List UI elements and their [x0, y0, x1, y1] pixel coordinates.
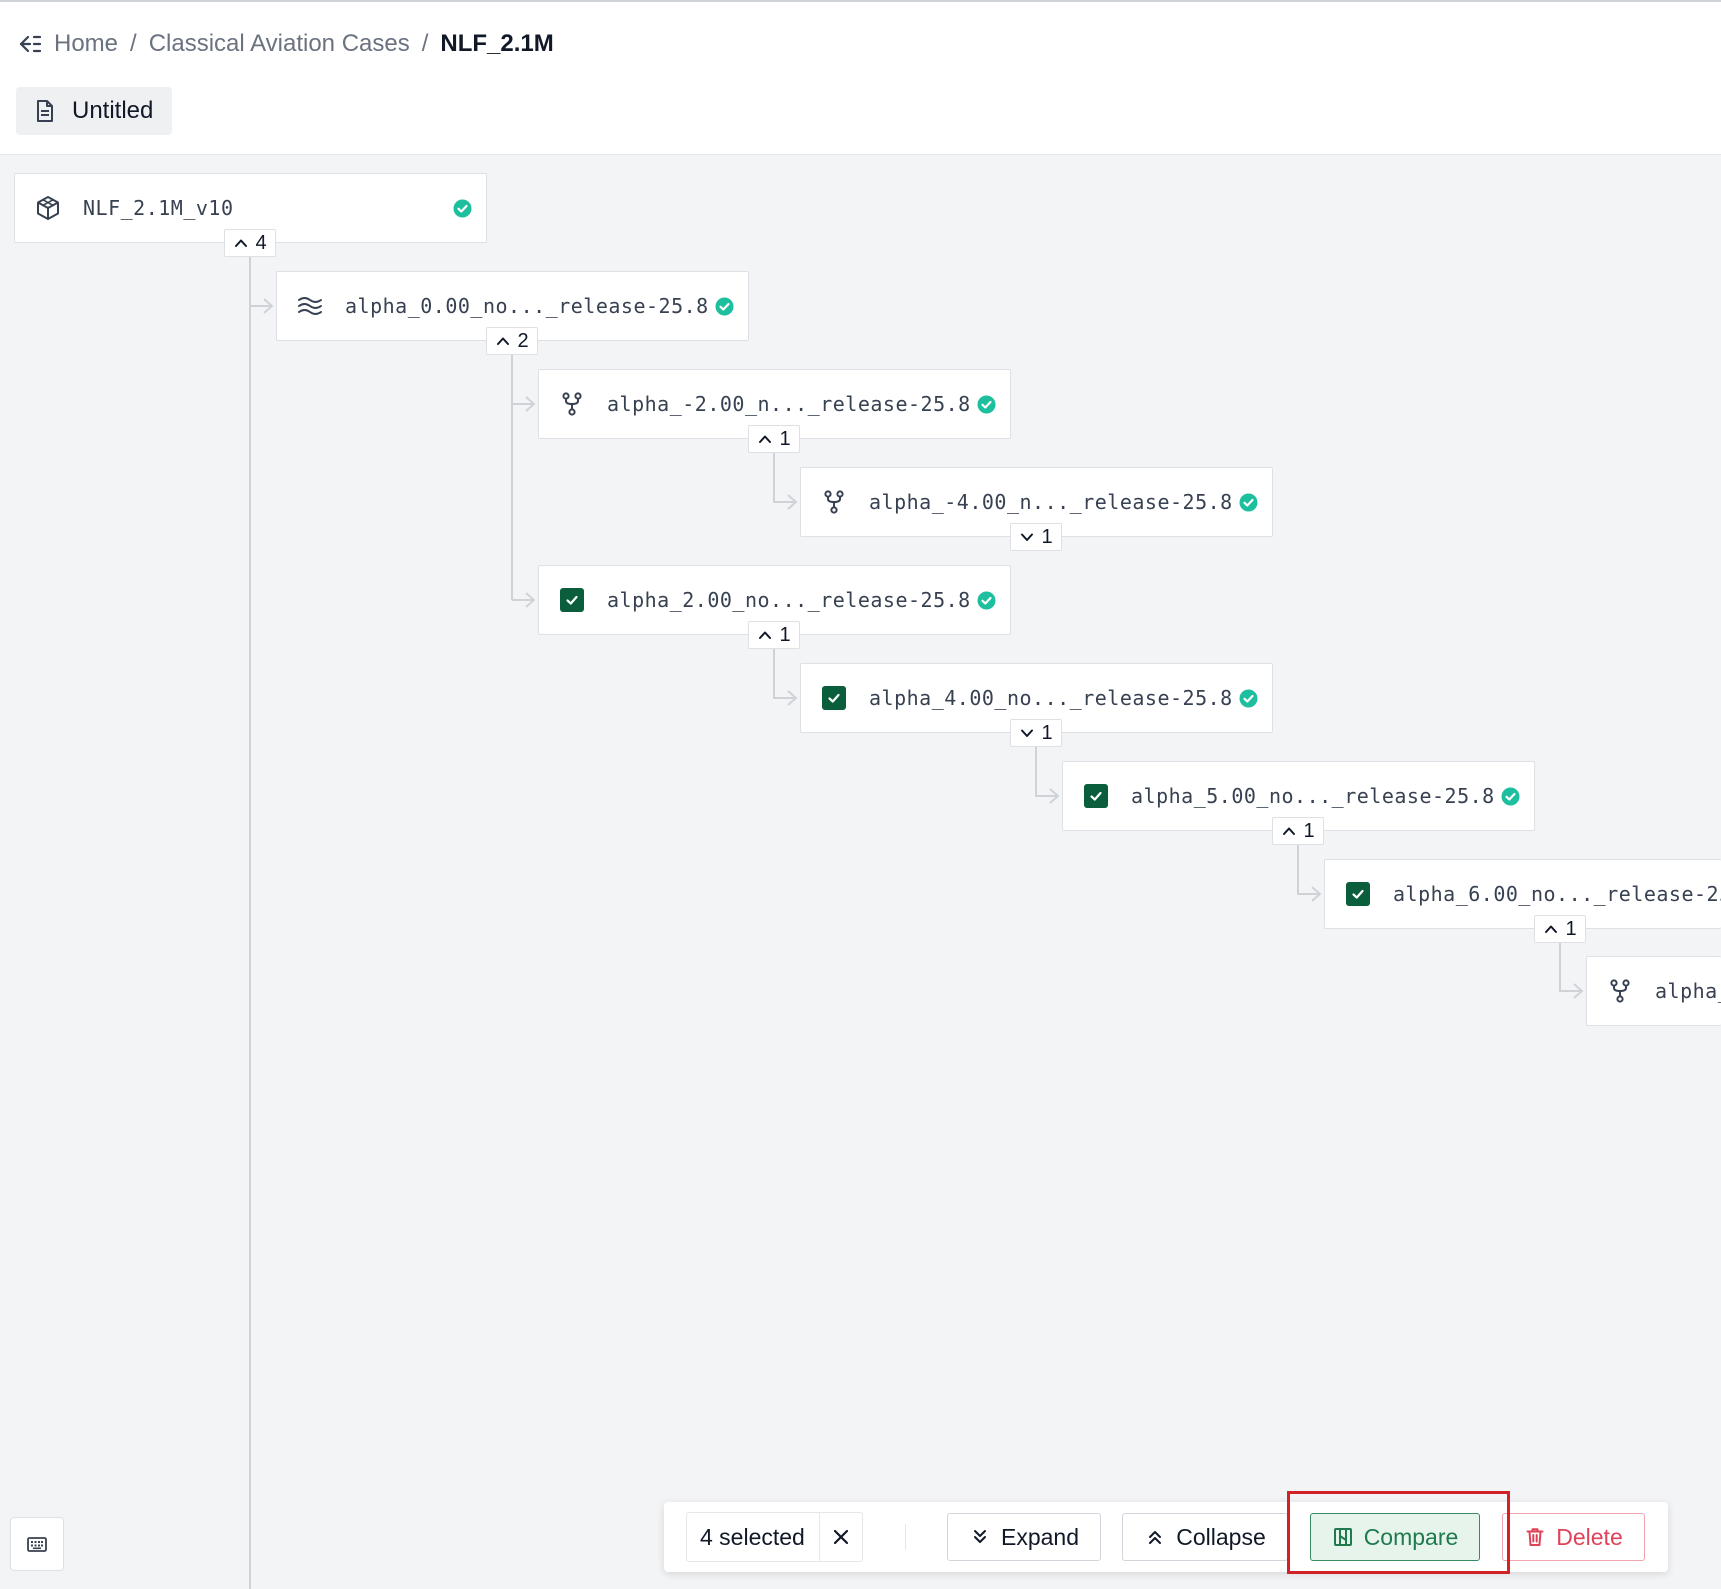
child-count: 1 — [1565, 917, 1577, 940]
breadcrumb-separator: / — [421, 30, 429, 57]
success-status-icon — [1239, 689, 1258, 708]
child-count: 4 — [255, 231, 267, 254]
tree-node[interactable]: alpha_6.00_no..._release-25 — [1324, 859, 1721, 929]
child-count: 1 — [779, 427, 791, 450]
chevrons-down-icon — [973, 1530, 986, 1543]
chevron-up-icon — [1545, 925, 1558, 933]
selection-count: 4 selected — [686, 1512, 863, 1562]
chevron-up-icon — [497, 337, 510, 345]
expand-toggle[interactable]: 1 — [748, 621, 800, 649]
expand-label: Expand — [1000, 1523, 1079, 1550]
checkbox-checked-icon[interactable] — [1345, 881, 1371, 907]
checkbox-checked-icon[interactable] — [1083, 783, 1109, 809]
child-count: 1 — [1303, 819, 1315, 842]
cube-icon — [35, 195, 61, 221]
tree-node-label: alpha_-2.00_n..._release-25.8 — [607, 392, 971, 416]
tree-node-label: alpha_5.00_no..._release-25.8 — [1131, 784, 1495, 808]
top-bar: Home / Classical Aviation Cases / NLF_2.… — [0, 0, 1721, 155]
success-status-icon — [1501, 787, 1520, 806]
chevron-up-icon — [1283, 827, 1296, 835]
expand-toggle[interactable]: 1 — [1010, 523, 1062, 551]
document-tab[interactable]: Untitled — [16, 87, 172, 135]
close-icon — [834, 1529, 849, 1545]
chevron-down-icon — [1021, 533, 1034, 541]
collapse-label: Collapse — [1176, 1523, 1266, 1550]
success-status-icon — [453, 199, 472, 218]
waves-icon — [297, 293, 323, 319]
child-count: 1 — [1041, 721, 1053, 744]
success-status-icon — [1239, 493, 1258, 512]
expand-toggle[interactable]: 1 — [1010, 719, 1062, 747]
fork-icon — [821, 489, 847, 515]
keyboard-shortcuts-button[interactable] — [10, 1517, 64, 1571]
expand-toggle[interactable]: 1 — [1534, 915, 1586, 943]
tree-node-label: alpha_2.00_no..._release-25.8 — [607, 588, 971, 612]
child-count: 1 — [779, 623, 791, 646]
breadcrumb-separator: / — [130, 30, 137, 57]
document-tab-label: Untitled — [72, 97, 154, 124]
expand-toggle[interactable]: 1 — [1272, 817, 1324, 845]
success-status-icon — [715, 297, 734, 316]
tree-node-label: alpha_6.00_no..._release-25 — [1393, 882, 1721, 906]
checkbox-checked-icon[interactable] — [559, 587, 585, 613]
expand-toggle[interactable]: 2 — [486, 327, 538, 355]
fork-icon — [1607, 978, 1633, 1004]
chevron-up-icon — [759, 435, 772, 443]
expand-toggle[interactable]: 4 — [224, 229, 276, 257]
chevron-down-icon — [1021, 729, 1034, 737]
collapse-button[interactable]: Collapse — [1122, 1513, 1288, 1561]
chevrons-up-icon — [1149, 1531, 1162, 1544]
breadcrumb: Home / Classical Aviation Cases / NLF_2.… — [16, 28, 554, 60]
selection-action-bar: 4 selected Expand Collapse Compare Delet… — [664, 1502, 1668, 1572]
chevron-up-icon — [235, 239, 248, 247]
breadcrumb-home[interactable]: Home — [54, 30, 118, 58]
delete-button[interactable]: Delete — [1502, 1513, 1645, 1561]
tree-node-label: alpha_4.00_no..._release-25.8 — [869, 686, 1233, 710]
selection-count-label: 4 selected — [700, 1523, 805, 1550]
delete-label: Delete — [1556, 1523, 1623, 1550]
keyboard-icon — [27, 1537, 47, 1552]
expand-button[interactable]: Expand — [947, 1513, 1101, 1561]
compare-button[interactable]: Compare — [1310, 1513, 1480, 1561]
document-icon — [32, 98, 58, 124]
expand-toggle[interactable]: 1 — [748, 425, 800, 453]
compare-icon — [1333, 1528, 1352, 1546]
checkbox-checked-icon[interactable] — [821, 685, 847, 711]
compare-label: Compare — [1363, 1523, 1459, 1550]
tree-node-label: alpha_0.00_no..._release-25.8 — [345, 294, 709, 318]
breadcrumb-current: NLF_2.1M — [440, 30, 554, 57]
divider — [905, 1524, 906, 1550]
tree-node-label: alpha_-4.00_n..._release-25.8 — [869, 490, 1233, 514]
tree-node-label: NLF_2.1M_v10 — [83, 196, 234, 220]
tree-node[interactable]: alpha_ — [1586, 956, 1721, 1026]
breadcrumb-project[interactable]: Classical Aviation Cases — [149, 30, 410, 58]
clear-selection-button[interactable] — [819, 1513, 862, 1561]
child-count: 2 — [517, 329, 529, 352]
success-status-icon — [977, 591, 996, 610]
fork-icon — [559, 391, 585, 417]
trash-icon — [1526, 1528, 1544, 1546]
tree-node-label: alpha_ — [1655, 979, 1721, 1003]
child-count: 1 — [1041, 525, 1053, 548]
chevron-up-icon — [759, 631, 772, 639]
success-status-icon — [977, 395, 996, 414]
sidebar-collapse-icon[interactable] — [16, 30, 44, 58]
